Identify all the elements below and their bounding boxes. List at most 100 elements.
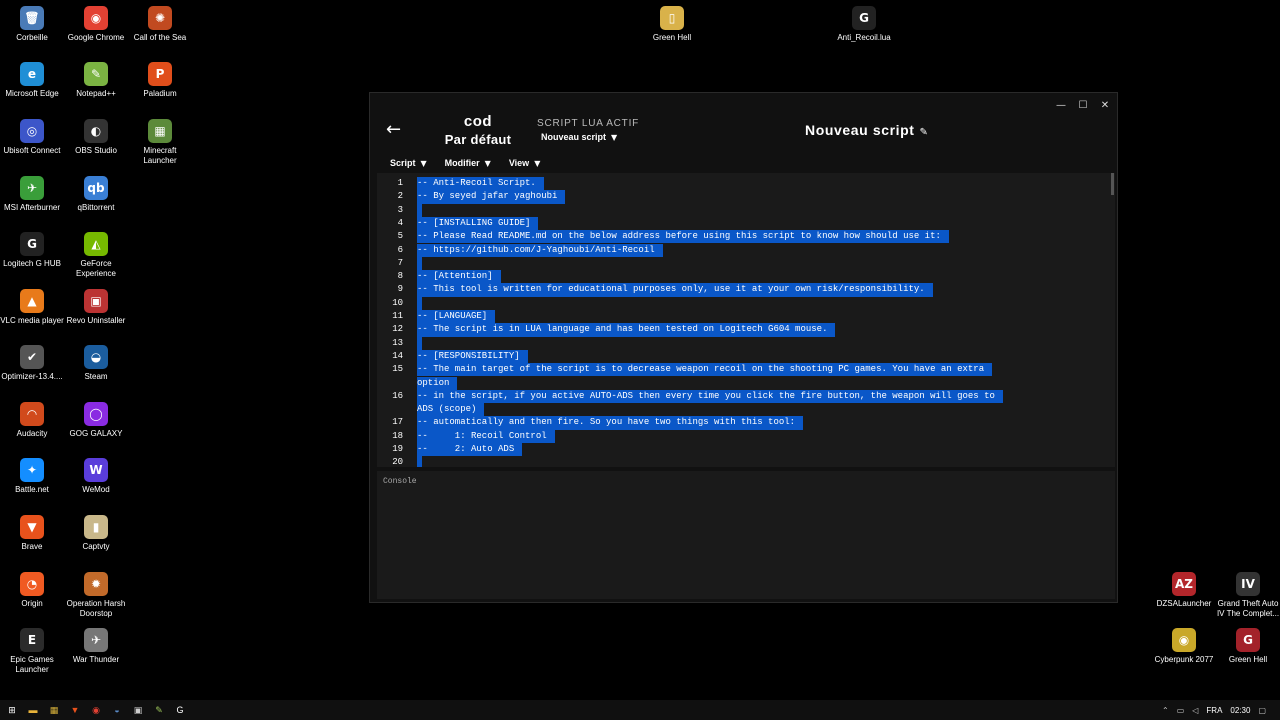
code-line: 3 <box>377 203 1109 217</box>
chrome-taskbar-icon[interactable]: ◉ <box>90 704 102 716</box>
desktop-shortcut[interactable]: ◭ GeForce Experience <box>64 232 128 279</box>
desktop-shortcut[interactable]: ◔ Origin <box>0 572 64 609</box>
desktop-shortcut[interactable]: ✹ Operation Harsh Doorstop <box>64 572 128 619</box>
minimize-button[interactable]: — <box>1053 97 1069 113</box>
desktop-shortcut[interactable]: ▦ Minecraft Launcher <box>128 119 192 166</box>
calendar-app-icon[interactable]: ▦ <box>48 704 60 716</box>
tray-arrow-icon[interactable]: ⌃ <box>1162 706 1169 715</box>
close-button[interactable]: ✕ <box>1097 97 1113 113</box>
notifications-icon[interactable]: ▢ <box>1258 706 1266 715</box>
clock[interactable]: 02:30 <box>1230 706 1250 715</box>
menu-modifier[interactable]: Modifier ▼ <box>445 158 491 168</box>
start-icon[interactable]: ⊞ <box>6 704 18 716</box>
desktop-shortcut[interactable]: ◉ Google Chrome <box>64 6 128 43</box>
desktop-shortcut[interactable]: E Epic Games Launcher <box>0 628 64 675</box>
desktop-shortcut[interactable]: ◎ Ubisoft Connect <box>0 119 64 156</box>
system-tray: ⌃ ▭ ◁ FRA 02:30 ▢ <box>1162 706 1266 715</box>
desktop-shortcut[interactable]: ▲ VLC media player <box>0 289 64 326</box>
code-line: 19 -- 2: Auto ADS <box>377 443 1109 457</box>
menu-script[interactable]: Script ▼ <box>390 158 427 168</box>
qbittorrent-icon: qb <box>84 176 108 200</box>
desktop-shortcut[interactable]: ✦ Battle.net <box>0 458 64 495</box>
line-number: 10 <box>392 297 403 308</box>
code-text: -- This tool is written for educational … <box>417 283 933 297</box>
desktop-shortcut[interactable]: ◯ GOG GALAXY <box>64 402 128 439</box>
desktop-shortcut[interactable]: AZ DZSALauncher <box>1152 572 1216 609</box>
desktop-shortcut-label: Origin <box>21 599 43 608</box>
profile-name: Par défaut <box>444 132 512 147</box>
desktop-shortcut-label: Optimizer-13.4.... <box>1 372 63 381</box>
desktop-shortcut-label: Revo Uninstaller <box>66 316 126 325</box>
brave-taskbar-icon[interactable]: ▼ <box>69 704 81 716</box>
desktop-shortcut[interactable]: ▮ Captvty <box>64 515 128 552</box>
line-number: 3 <box>397 204 403 215</box>
desktop-shortcut-label: Minecraft Launcher <box>143 146 177 165</box>
desktop-shortcut[interactable]: ◒ Steam <box>64 345 128 382</box>
geforce-icon: ◭ <box>84 232 108 256</box>
code-text <box>417 336 423 350</box>
chevron-down-icon: ▼ <box>534 159 541 168</box>
desktop-shortcut[interactable]: G Logitech G HUB <box>0 232 64 269</box>
volume-icon[interactable]: ◁ <box>1192 706 1198 715</box>
desktop-shortcut[interactable]: G Green Hell <box>1216 628 1280 665</box>
g-hub-taskbar-icon[interactable]: G <box>174 704 186 716</box>
desktop-shortcut-label: OBS Studio <box>75 146 117 155</box>
vlc-icon: ▲ <box>20 289 44 313</box>
profile-selector[interactable]: cod Par défaut <box>442 113 514 147</box>
terminal-taskbar-icon[interactable]: ▣ <box>132 704 144 716</box>
profile-game: cod <box>463 113 493 130</box>
code-line: 9 -- This tool is written for educational… <box>377 283 1109 297</box>
lua-file-icon: G <box>852 6 876 30</box>
code-line: 1 -- Anti-Recoil Script. <box>377 177 1109 191</box>
brave-icon: ▼ <box>20 515 44 539</box>
desktop-shortcut[interactable]: G Anti_Recoil.lua <box>832 6 896 43</box>
desktop-shortcut[interactable]: e Microsoft Edge <box>0 62 64 99</box>
code-line: 18 -- 1: Recoil Control <box>377 429 1109 443</box>
notepad-plus-plus-taskbar-icon[interactable]: ✎ <box>153 704 165 716</box>
desktop-shortcut[interactable]: ✔ Optimizer-13.4.... <box>0 345 64 382</box>
network-icon[interactable]: ▭ <box>1177 706 1185 715</box>
desktop-shortcut-label: Notepad++ <box>76 89 116 98</box>
desktop-shortcut[interactable]: ▯ Green Hell <box>640 6 704 43</box>
code-line: 13 <box>377 336 1109 350</box>
desktop-shortcut[interactable]: ▼ Brave <box>0 515 64 552</box>
desktop-shortcut[interactable]: qb qBittorrent <box>64 176 128 213</box>
desktop-shortcut[interactable]: 🗑 Corbeille <box>0 6 64 43</box>
code-line: 16 -- in the script, if you active AUTO-A… <box>377 389 1109 404</box>
desktop-shortcut[interactable]: ✈ MSI Afterburner <box>0 176 64 213</box>
desktop-shortcut[interactable]: ✎ Notepad++ <box>64 62 128 99</box>
code-text: -- By seyed jafar yaghoubi <box>417 190 566 204</box>
gta-iv-icon: IV <box>1236 572 1260 596</box>
editor-scrollbar[interactable] <box>1111 173 1114 195</box>
desktop-shortcut[interactable]: ◐ OBS Studio <box>64 119 128 156</box>
chevron-down-icon: ▼ <box>420 159 427 168</box>
active-lua-script[interactable]: SCRIPT LUA ACTIF Nouveau script ▼ <box>537 118 639 142</box>
desktop-shortcut[interactable]: ◠ Audacity <box>0 402 64 439</box>
steam-taskbar-icon[interactable]: ◒ <box>111 704 123 716</box>
file-explorer-icon[interactable]: ▬ <box>27 704 39 716</box>
desktop-shortcut[interactable]: ✈ War Thunder <box>64 628 128 665</box>
code-line: 17 -- automatically and then fire. So you… <box>377 416 1109 430</box>
code-line: 14 -- [RESPONSIBILITY] <box>377 349 1109 364</box>
desktop-shortcut[interactable]: ✺ Call of the Sea <box>128 6 192 43</box>
console-panel: Console <box>377 471 1115 599</box>
desktop-shortcut[interactable]: W WeMod <box>64 458 128 495</box>
captvty-icon: ▮ <box>84 515 108 539</box>
maximize-button[interactable]: ☐ <box>1075 97 1091 113</box>
language-indicator[interactable]: FRA <box>1206 706 1222 715</box>
desktop-shortcut-label: Grand Theft Auto IV The Complet... <box>1216 599 1280 618</box>
menu-view[interactable]: View ▼ <box>509 158 541 168</box>
desktop-shortcut[interactable]: ▣ Revo Uninstaller <box>64 289 128 326</box>
desktop-shortcut[interactable]: ◉ Cyberpunk 2077 <box>1152 628 1216 665</box>
desktop-shortcut[interactable]: IV Grand Theft Auto IV The Complet... <box>1216 572 1280 619</box>
line-number: 19 <box>392 444 403 454</box>
ubisoft-icon: ◎ <box>20 119 44 143</box>
script-name: Nouveau script <box>805 122 915 138</box>
edit-pencil-icon[interactable]: ✎ <box>920 127 929 138</box>
green-hell-shortcut-icon: ▯ <box>660 6 684 30</box>
code-editor[interactable]: 1 -- Anti-Recoil Script. 2 -- By seyed jafa… <box>377 173 1115 467</box>
code-text: -- Please Read README.md on the below ad… <box>417 230 949 244</box>
script-name-title[interactable]: Nouveau script ✎ <box>805 122 929 138</box>
back-arrow-icon[interactable]: ← <box>386 119 401 140</box>
desktop-shortcut[interactable]: P Paladium <box>128 62 192 99</box>
